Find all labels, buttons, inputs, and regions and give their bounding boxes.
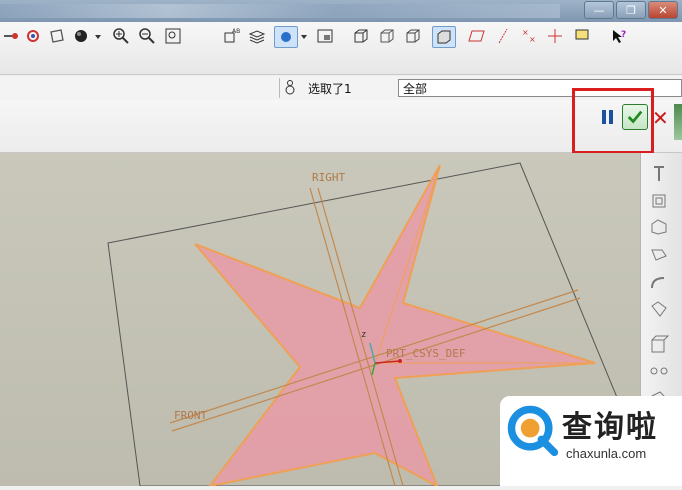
datum-axes-icon[interactable] [492, 26, 514, 46]
annotation-display-icon[interactable] [572, 26, 594, 46]
refit-icon[interactable] [162, 26, 184, 46]
chamfer-tool-icon[interactable] [648, 298, 670, 320]
coordinate-systems-icon[interactable] [544, 26, 566, 46]
svg-text:×: × [522, 28, 529, 37]
svg-text:AB: AB [232, 28, 240, 35]
zoom-in-icon[interactable] [110, 26, 132, 46]
sweep-tool-icon[interactable] [648, 244, 670, 266]
svg-text:?: ? [621, 30, 626, 40]
selection-status-icon [284, 80, 296, 96]
appearance-icon[interactable] [46, 26, 68, 46]
magnifier-logo-icon [504, 402, 564, 462]
datum-points-icon[interactable]: × × [518, 26, 540, 46]
shaded-icon[interactable] [432, 26, 456, 48]
layers-icon[interactable] [246, 26, 268, 46]
zoom-out-icon[interactable] [136, 26, 158, 46]
wireframe-icon[interactable] [350, 26, 372, 46]
message-area-edge [674, 104, 682, 140]
display-dropdown-arrow-icon[interactable] [298, 26, 310, 46]
round-tool-icon[interactable] [648, 272, 670, 294]
model-display-icon[interactable] [274, 26, 298, 48]
restore-button[interactable]: ❐ [616, 1, 646, 19]
minimize-button[interactable]: — [584, 1, 614, 19]
spin-center-icon[interactable] [22, 26, 44, 46]
right-plane-label: RIGHT [312, 171, 346, 184]
watermark-url: chaxunla.com [566, 446, 647, 461]
extrude-tool-icon[interactable] [648, 190, 670, 212]
shell-tool-icon[interactable] [648, 334, 670, 356]
svg-text:×: × [529, 35, 536, 44]
z-axis-label: z [361, 330, 367, 340]
close-window-button[interactable]: ✕ [648, 1, 678, 19]
pattern-tool-icon[interactable] [648, 360, 670, 382]
revolve-tool-icon[interactable] [648, 216, 670, 238]
title-bar: — ❐ ✕ [0, 0, 682, 22]
datum-display-icon[interactable] [0, 26, 22, 46]
toolbar-separator [190, 26, 200, 46]
selection-count-label: 选取了1 [308, 82, 352, 96]
datum-plane-tool-icon[interactable] [648, 163, 670, 185]
hidden-line-icon[interactable] [376, 26, 398, 46]
no-hidden-icon[interactable] [402, 26, 424, 46]
title-bar-blurred-text [0, 4, 560, 18]
shading-dropdown-arrow-icon[interactable] [92, 26, 104, 46]
front-plane-label: FRONT [174, 409, 208, 422]
filter-divider [279, 78, 280, 98]
datum-planes-icon[interactable] [466, 26, 488, 46]
cancel-button[interactable]: ✕ [652, 106, 669, 130]
window-controls: — ❐ ✕ [582, 1, 678, 19]
highlight-box [572, 88, 654, 154]
shading-sphere-icon[interactable] [70, 26, 92, 46]
saved-views-icon[interactable] [314, 26, 336, 46]
context-help-icon[interactable]: ? [608, 26, 630, 46]
csys-label: PRT_CSYS_DEF [386, 347, 466, 360]
reorient-icon[interactable]: AB [220, 26, 242, 46]
watermark-title: 查询啦 [562, 410, 658, 445]
